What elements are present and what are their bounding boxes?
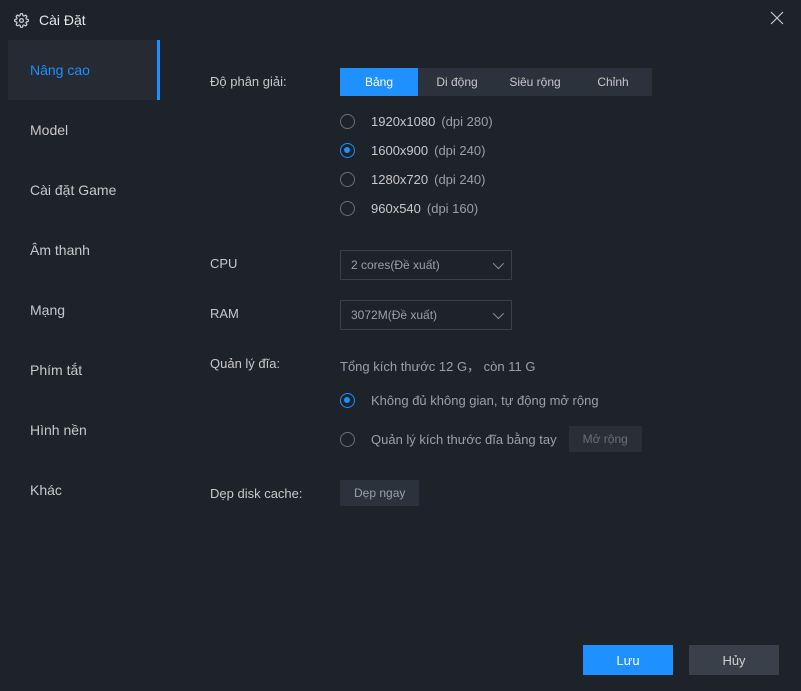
sidebar: Nâng cao Model Cài đặt Game Âm thanh Mạn… [8, 40, 160, 640]
sidebar-item-label: Hình nền [30, 422, 87, 438]
disk-info: Tổng kích thước 12 G， còn 11 G [340, 350, 767, 375]
chevron-down-icon [493, 308, 504, 319]
sidebar-item-label: Phím tắt [30, 362, 82, 378]
resolution-option-3[interactable]: 960x540(dpi 160) [340, 201, 767, 216]
sidebar-item-label: Âm thanh [30, 242, 90, 258]
tab-table[interactable]: Bảng [340, 68, 418, 96]
sidebar-item-label: Cài đặt Game [30, 182, 116, 198]
resolution-option-0[interactable]: 1920x1080(dpi 280) [340, 114, 767, 129]
expand-button[interactable]: Mở rộng [569, 426, 642, 452]
radio-icon [340, 114, 355, 129]
ram-dropdown-value: 3072M(Đề xuất) [351, 308, 437, 322]
sidebar-item-advanced[interactable]: Nâng cao [8, 40, 160, 100]
ram-label: RAM [210, 300, 340, 330]
tab-ultrawide[interactable]: Siêu rộng [496, 68, 574, 96]
sidebar-item-shortcuts[interactable]: Phím tắt [8, 340, 160, 400]
sidebar-item-label: Mạng [30, 302, 65, 318]
cpu-dropdown[interactable]: 2 cores(Đề xuất) [340, 250, 512, 280]
radio-icon [340, 172, 355, 187]
disk-option-auto[interactable]: Không đủ không gian, tự động mở rộng [340, 393, 767, 408]
cpu-label: CPU [210, 250, 340, 280]
clear-cache-button[interactable]: Dẹp ngay [340, 480, 419, 506]
sidebar-item-label: Nâng cao [30, 62, 90, 78]
window-title: Cài Đặt [39, 12, 86, 28]
radio-icon [340, 393, 355, 408]
main-panel: Độ phân giải: Bảng Di động Siêu rộng Chỉ… [160, 40, 801, 640]
tab-custom[interactable]: Chỉnh [574, 68, 652, 96]
radio-icon [340, 201, 355, 216]
resolution-option-2[interactable]: 1280x720(dpi 240) [340, 172, 767, 187]
sidebar-item-label: Model [30, 122, 68, 138]
sidebar-item-label: Khác [30, 482, 62, 498]
titlebar: Cài Đặt [0, 0, 801, 40]
close-icon[interactable] [769, 10, 787, 28]
resolution-option-1[interactable]: 1600x900(dpi 240) [340, 143, 767, 158]
footer: Lưu Hủy [583, 645, 779, 675]
sidebar-item-game[interactable]: Cài đặt Game [8, 160, 160, 220]
resolution-tabs: Bảng Di động Siêu rộng Chỉnh [340, 68, 767, 96]
sidebar-item-model[interactable]: Model [8, 100, 160, 160]
sidebar-item-network[interactable]: Mạng [8, 280, 160, 340]
cpu-dropdown-value: 2 cores(Đề xuất) [351, 258, 440, 272]
save-button[interactable]: Lưu [583, 645, 673, 675]
tab-mobile[interactable]: Di động [418, 68, 496, 96]
sidebar-item-sound[interactable]: Âm thanh [8, 220, 160, 280]
ram-dropdown[interactable]: 3072M(Đề xuất) [340, 300, 512, 330]
resolution-label: Độ phân giải: [210, 68, 340, 230]
disk-option-manual[interactable]: Quản lý kích thước đĩa bằng tay [340, 432, 557, 447]
cache-label: Dẹp disk cache: [210, 480, 340, 506]
sidebar-item-wallpaper[interactable]: Hình nền [8, 400, 160, 460]
gear-icon [14, 13, 29, 28]
chevron-down-icon [493, 258, 504, 269]
cancel-button[interactable]: Hủy [689, 645, 779, 675]
disk-label: Quản lý đĩa: [210, 350, 340, 452]
radio-icon [340, 143, 355, 158]
radio-icon [340, 432, 355, 447]
sidebar-item-other[interactable]: Khác [8, 460, 160, 520]
